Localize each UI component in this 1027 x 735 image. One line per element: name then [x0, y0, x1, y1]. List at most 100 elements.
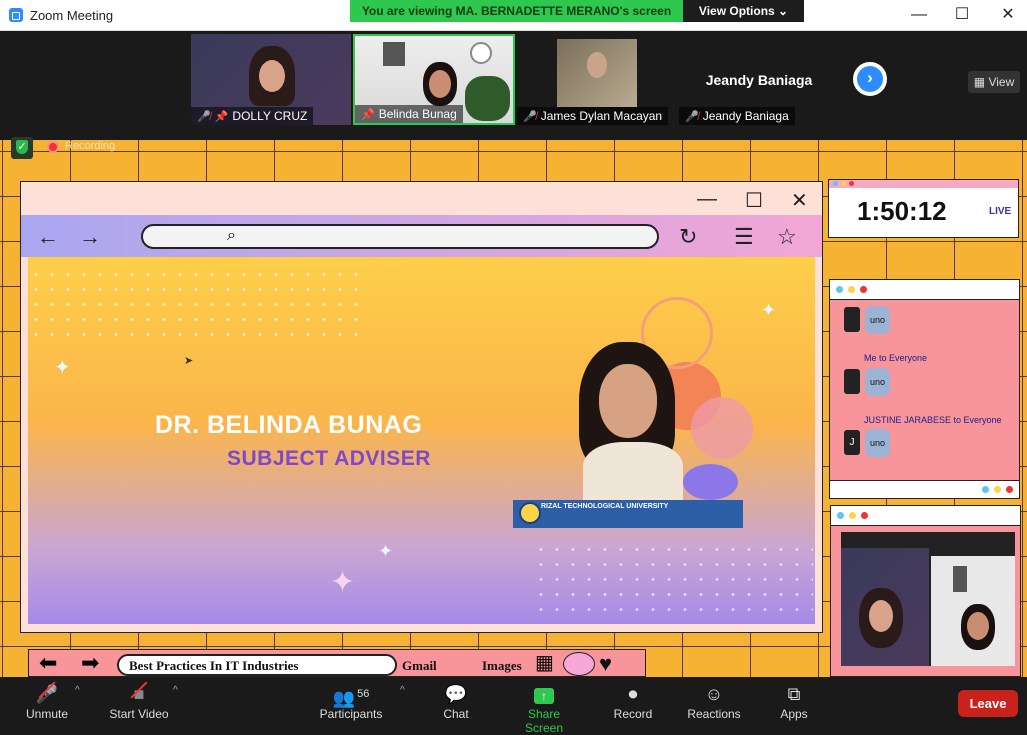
- view-options-button[interactable]: View Options ⌄: [683, 0, 804, 22]
- participant-face: [429, 70, 451, 98]
- search-icon: ⌕: [227, 227, 236, 244]
- presenter-photo: RIZAL TECHNOLOGICAL UNIVERSITY: [513, 297, 753, 528]
- video-tile-jeandy-baniaga[interactable]: Jeandy Baniaga 🎤̸ Jeandy Baniaga: [679, 34, 839, 125]
- participant-name-tag: 📌 Belinda Bunag: [355, 105, 463, 123]
- widget-header: [830, 280, 1019, 300]
- address-bar: ⌕: [141, 224, 659, 249]
- record-button[interactable]: ⏺ Record: [612, 681, 654, 721]
- chat-footer: [830, 480, 1019, 498]
- chat-bubble: uno: [865, 306, 890, 334]
- sparkle-icon: ✦: [330, 566, 356, 599]
- participant-count: 56: [357, 688, 370, 700]
- muted-mic-icon: 🎤: [22, 681, 72, 707]
- apps-label: Apps: [780, 707, 808, 721]
- face: [599, 364, 657, 438]
- clock-icon: [470, 42, 492, 64]
- apps-grid-icon: ▦: [535, 652, 554, 674]
- participants-options-caret[interactable]: ^: [400, 685, 405, 696]
- security-shield-icon[interactable]: [11, 137, 33, 159]
- share-screen-icon: ↑: [508, 681, 580, 707]
- meeting-toolbar: 🎤 Unmute ^ ■ Start Video ^ 👥 56 Participa…: [0, 677, 1027, 735]
- apps-button[interactable]: ⧉ Apps: [777, 681, 811, 721]
- video-options-caret[interactable]: ^: [173, 685, 178, 696]
- recording-label: Recording: [65, 140, 116, 152]
- muted-mic-icon: 🎤̸: [685, 111, 699, 123]
- chat-sender: JUSTINE JARABESE to Everyone: [864, 415, 1002, 425]
- window-title: Zoom Meeting: [30, 8, 114, 23]
- grid-icon: ▦: [973, 75, 989, 89]
- mascot-icon: [563, 652, 595, 676]
- dot-pattern: [28, 267, 363, 342]
- audio-options-caret[interactable]: ^: [75, 685, 80, 696]
- chat-widget: uno Me to Everyone uno JUSTINE JARABESE …: [829, 279, 1020, 499]
- menu-icon: ☰: [734, 224, 754, 249]
- sparkle-icon: ✦: [761, 300, 777, 320]
- video-tile-dolly-cruz[interactable]: 🎤̸ 📌 DOLLY CRUZ: [191, 34, 351, 125]
- participant-name-tag: 🎤̸ 📌 DOLLY CRUZ: [191, 107, 314, 125]
- participant-name-tag: 🎤̸ James Dylan Macayan: [517, 107, 669, 125]
- record-label: Record: [613, 707, 653, 721]
- university-name: RIZAL TECHNOLOGICAL UNIVERSITY: [541, 503, 669, 510]
- unmute-label: Unmute: [25, 707, 69, 721]
- presenter-role: SUBJECT ADVISER: [227, 447, 431, 470]
- minimize-button[interactable]: —: [905, 4, 933, 26]
- participant-face: [259, 60, 285, 92]
- chat-bubble: uno: [865, 368, 890, 396]
- participant-face: [587, 52, 607, 78]
- widget-header: [831, 506, 1020, 526]
- presenter-name: DR. BELINDA BUNAG: [155, 411, 423, 439]
- refresh-icon: ↻: [679, 224, 698, 249]
- nested-video: [841, 548, 929, 666]
- video-off-icon: ■: [108, 681, 170, 707]
- start-video-button[interactable]: ■ Start Video: [108, 681, 170, 721]
- video-tile-belinda-bunag[interactable]: 📌 Belinda Bunag: [353, 34, 515, 125]
- decor-circle: [683, 464, 738, 500]
- back-arrow-icon: ←: [37, 224, 59, 249]
- university-banner: RIZAL TECHNOLOGICAL UNIVERSITY: [513, 500, 743, 528]
- viewing-screen-banner: You are viewing MA. BERNADETTE MERANO's …: [350, 0, 683, 22]
- decor-circle: [691, 397, 753, 459]
- leave-button[interactable]: Leave: [958, 690, 1018, 717]
- muted-mic-icon: 🎤̸: [197, 111, 211, 123]
- participant-strip: 🎤̸ 📌 DOLLY CRUZ 📌 Belinda Bunag 🎤̸ James Dyl…: [0, 31, 1027, 140]
- pin-icon: 📌: [214, 111, 229, 123]
- chevron-right-icon: ›: [867, 68, 873, 87]
- next-page-button[interactable]: ›: [853, 62, 887, 96]
- frame-maximize-icon: ☐: [745, 190, 763, 212]
- participants-label: Participants: [319, 707, 383, 721]
- chat-label: Chat: [443, 707, 469, 721]
- timer-widget: 1:50:12 LIVE: [828, 179, 1019, 238]
- frame-nav-bar: ← → ⌕ ↻ ☰ ☆: [21, 215, 822, 257]
- reactions-label: Reactions: [687, 707, 741, 721]
- dot-pattern: [533, 542, 813, 617]
- mini-video-widget: [830, 505, 1021, 677]
- timer-text: 1:50:12: [857, 196, 947, 226]
- participants-button[interactable]: 👥 56 Participants: [318, 681, 384, 721]
- start-video-label: Start Video: [109, 707, 169, 721]
- reactions-button[interactable]: ☺ Reactions: [686, 681, 742, 721]
- wall-decor: [383, 42, 405, 66]
- mouse-cursor-icon: ➤: [184, 355, 194, 367]
- video-tile-james-dylan-macayan[interactable]: 🎤̸ James Dylan Macayan: [517, 34, 677, 125]
- share-screen-button[interactable]: ↑ Share Screen: [508, 681, 580, 735]
- unmute-button[interactable]: 🎤 Unmute: [22, 681, 72, 721]
- slide-bottom-strip: ⬅ ➡ Best Practices In IT Industries Gmai…: [28, 649, 646, 677]
- frame-minimize-icon: —: [697, 188, 717, 210]
- chat-button[interactable]: 💬 Chat: [436, 681, 476, 721]
- close-button[interactable]: ✕: [994, 4, 1022, 26]
- view-layout-button[interactable]: ▦ View: [968, 71, 1020, 93]
- frame-close-icon: ✕: [791, 190, 808, 212]
- presenter-portrait: [573, 342, 683, 507]
- avatar: [844, 307, 860, 332]
- participant-name-tag: 🎤̸ Jeandy Baniaga: [679, 107, 795, 125]
- nested-video: [931, 556, 1015, 666]
- record-icon: ⏺: [628, 684, 638, 704]
- maximize-button[interactable]: ☐: [948, 4, 976, 26]
- plant: [465, 76, 510, 121]
- participant-display-name: Jeandy Baniaga: [705, 72, 813, 88]
- star-icon: ☆: [777, 224, 797, 249]
- avatar: [844, 369, 860, 394]
- widget-header: [829, 180, 1018, 188]
- sparkle-icon: ✦: [54, 357, 71, 379]
- participants-icon: 👥 56: [332, 688, 370, 708]
